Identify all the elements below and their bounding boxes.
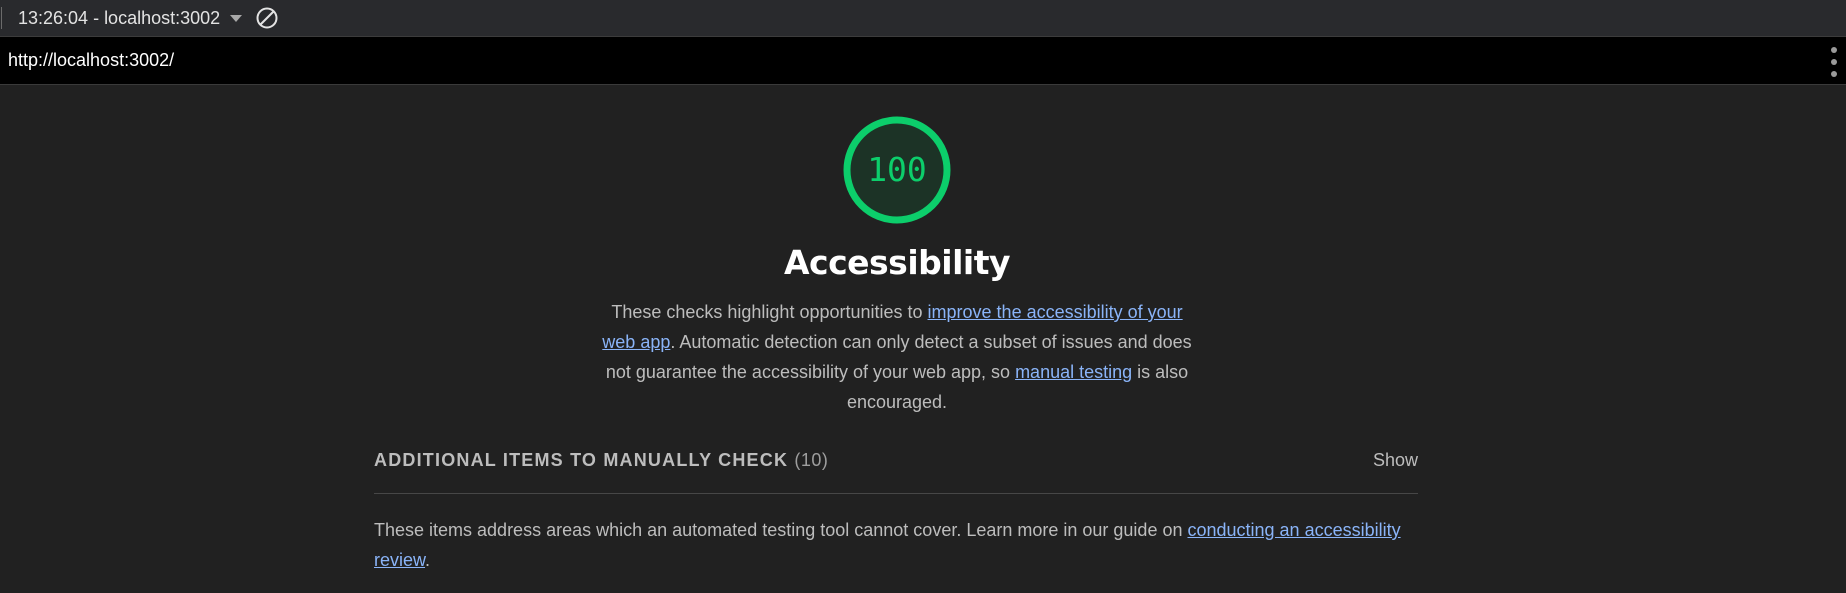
report-selector-label: 13:26:04 - localhost:3002 xyxy=(18,7,221,28)
clear-report-button[interactable] xyxy=(254,5,280,31)
description-text: These checks highlight opportunities to xyxy=(611,302,928,322)
toolbar-divider xyxy=(1,7,2,29)
report-selector[interactable]: 13:26:04 - localhost:3002 xyxy=(18,0,243,36)
more-options-button[interactable] xyxy=(1828,47,1840,77)
chevron-down-icon xyxy=(230,14,243,22)
kebab-dot xyxy=(1831,47,1837,53)
report-toolbar: 13:26:04 - localhost:3002 xyxy=(0,0,1846,37)
category-title: Accessibility xyxy=(784,243,1010,282)
manual-checks-title: ADDITIONAL ITEMS TO MANUALLY CHECK (10) xyxy=(374,450,828,471)
page-url: http://localhost:3002/ xyxy=(8,50,175,70)
gauge-score: 100 xyxy=(867,150,927,189)
category-description: These checks highlight opportunities to … xyxy=(596,297,1198,417)
kebab-dot xyxy=(1831,71,1837,77)
show-toggle[interactable]: Show xyxy=(1373,450,1418,471)
accessibility-score-gauge[interactable]: 100 xyxy=(842,115,952,225)
block-icon xyxy=(256,7,278,29)
kebab-dot xyxy=(1831,59,1837,65)
group-description-end: . xyxy=(425,550,431,570)
group-title-text: ADDITIONAL ITEMS TO MANUALLY CHECK xyxy=(374,450,789,470)
group-description-text: These items address areas which an autom… xyxy=(374,520,1188,540)
manual-checks-header[interactable]: ADDITIONAL ITEMS TO MANUALLY CHECK (10) … xyxy=(374,446,1418,494)
manual-checks-description: These items address areas which an autom… xyxy=(374,515,1418,575)
manual-testing-link[interactable]: manual testing xyxy=(1015,362,1132,382)
group-count: (10) xyxy=(794,450,829,470)
url-bar: http://localhost:3002/ xyxy=(0,37,1846,85)
